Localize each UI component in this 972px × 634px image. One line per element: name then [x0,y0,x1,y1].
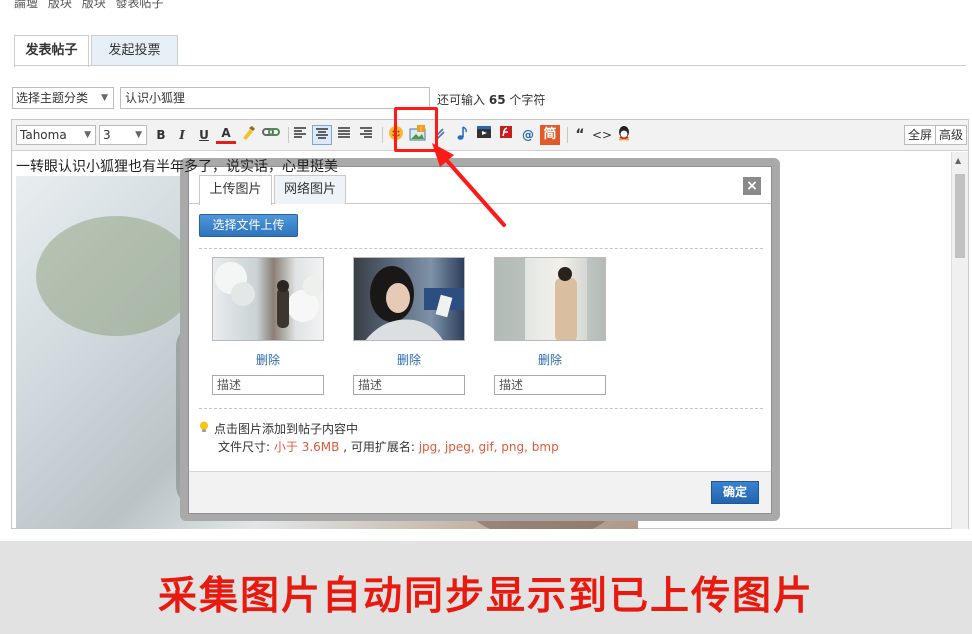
hint-size-value: 小于 3.6MB [273,440,340,454]
breadcrumb: 論壇 版块 版块 發表帖子 [14,0,170,10]
underline-button[interactable]: U [194,125,214,145]
breadcrumb-item[interactable]: 論壇 [14,0,38,10]
align-right-icon[interactable] [356,125,376,145]
fullscreen-button[interactable]: 全屏 [904,125,937,145]
thumbnail-item: 删除 描述 [212,257,324,395]
lightbulb-icon [199,421,209,432]
description-input[interactable]: 描述 [212,375,324,395]
tab-upload-image[interactable]: 上传图片 [199,175,272,205]
tab-poll[interactable]: 发起投票 [91,35,178,66]
toolbar-divider [567,127,568,143]
italic-button[interactable]: I [172,125,192,145]
font-select[interactable]: Tahoma ▼ [16,125,96,145]
toolbar-divider [382,127,383,143]
font-color-button[interactable]: A [216,125,236,144]
editor-scrollbar[interactable]: ▲ [951,152,968,529]
quote-button[interactable]: “ [570,125,590,145]
category-select-value: 选择主题分类 [16,91,89,105]
breadcrumb-item[interactable]: 版块 [82,0,106,10]
font-select-value: Tahoma [20,128,67,142]
description-input[interactable]: 描述 [494,375,606,395]
breadcrumb-item[interactable]: 版块 [48,0,72,10]
link-icon[interactable] [261,125,281,145]
thumbnail-item: 删除 描述 [494,257,606,395]
subject-input[interactable]: 认识小狐狸 [120,87,430,109]
char-count-prefix: 还可输入 [437,93,486,107]
qq-icon[interactable] [614,125,634,145]
thumbnail-image[interactable] [494,257,606,341]
bold-button[interactable]: B [151,125,171,145]
caption-text: 采集图片自动同步显示到已上传图片 [157,574,814,619]
divider [199,248,763,249]
tabs-divider [14,65,966,66]
highlight-icon[interactable] [238,125,258,145]
align-justify-icon[interactable] [334,125,354,145]
dialog-footer: 确定 [189,471,771,513]
ok-button[interactable]: 确定 [711,481,759,504]
char-count-suffix: 个字符 [509,93,546,107]
category-select[interactable]: 选择主题分类 ▼ [12,87,114,109]
chevron-down-icon: ▼ [101,93,108,103]
thumbnail-image[interactable] [212,257,324,341]
scrollbar-thumb[interactable] [955,174,965,258]
annotation-arrow [432,143,506,227]
hint-ext-label: , 可用扩展名: [343,440,415,454]
upload-hint: 点击图片添加到帖子内容中 文件尺寸: 小于 3.6MB , 可用扩展名: jpg… [199,420,559,456]
thumbnail-item: 删除 描述 [353,257,465,395]
thumbnail-image[interactable] [353,257,465,341]
delete-link[interactable]: 删除 [353,351,465,368]
page: 論壇 版块 版块 發表帖子 发表帖子 发起投票 选择主题分类 ▼ 认识小狐狸 还… [0,0,972,634]
breadcrumb-item: 發表帖子 [115,0,164,10]
char-count: 还可输入 65 个字符 [437,91,545,108]
toolbar-divider [288,127,289,143]
simplified-chinese-button[interactable]: 简 [540,125,560,145]
align-center-icon[interactable] [312,125,332,145]
tab-web-image[interactable]: 网络图片 [274,175,346,204]
description-input[interactable]: 描述 [353,375,465,395]
code-button[interactable]: <> [592,125,612,145]
hint-line1: 点击图片添加到帖子内容中 [214,422,359,436]
chevron-down-icon: ▼ [84,130,91,140]
hint-ext-value: jpg, jpeg, gif, png, bmp [418,440,559,454]
at-button[interactable]: @ [518,125,538,145]
scroll-up-icon[interactable]: ▲ [955,156,961,165]
chevron-down-icon: ▼ [135,130,142,140]
font-size-value: 3 [103,128,111,142]
divider [199,408,763,409]
delete-link[interactable]: 删除 [494,351,606,368]
hint-size-label: 文件尺寸: [218,440,271,454]
char-count-number: 65 [488,93,506,107]
select-file-upload-button[interactable]: 选择文件上传 [199,214,298,237]
delete-link[interactable]: 删除 [212,351,324,368]
font-size-select[interactable]: 3 ▼ [99,125,147,145]
advanced-button[interactable]: 高级 [935,125,968,145]
close-icon[interactable]: × [743,177,761,195]
caption-banner: 采集图片自动同步显示到已上传图片 [0,541,972,634]
editor-first-line: 一转眼认识小狐狸也有半年多了，说实话，心里挺美 [16,159,338,175]
align-left-icon[interactable] [290,125,310,145]
tab-post[interactable]: 发表帖子 [14,35,89,67]
